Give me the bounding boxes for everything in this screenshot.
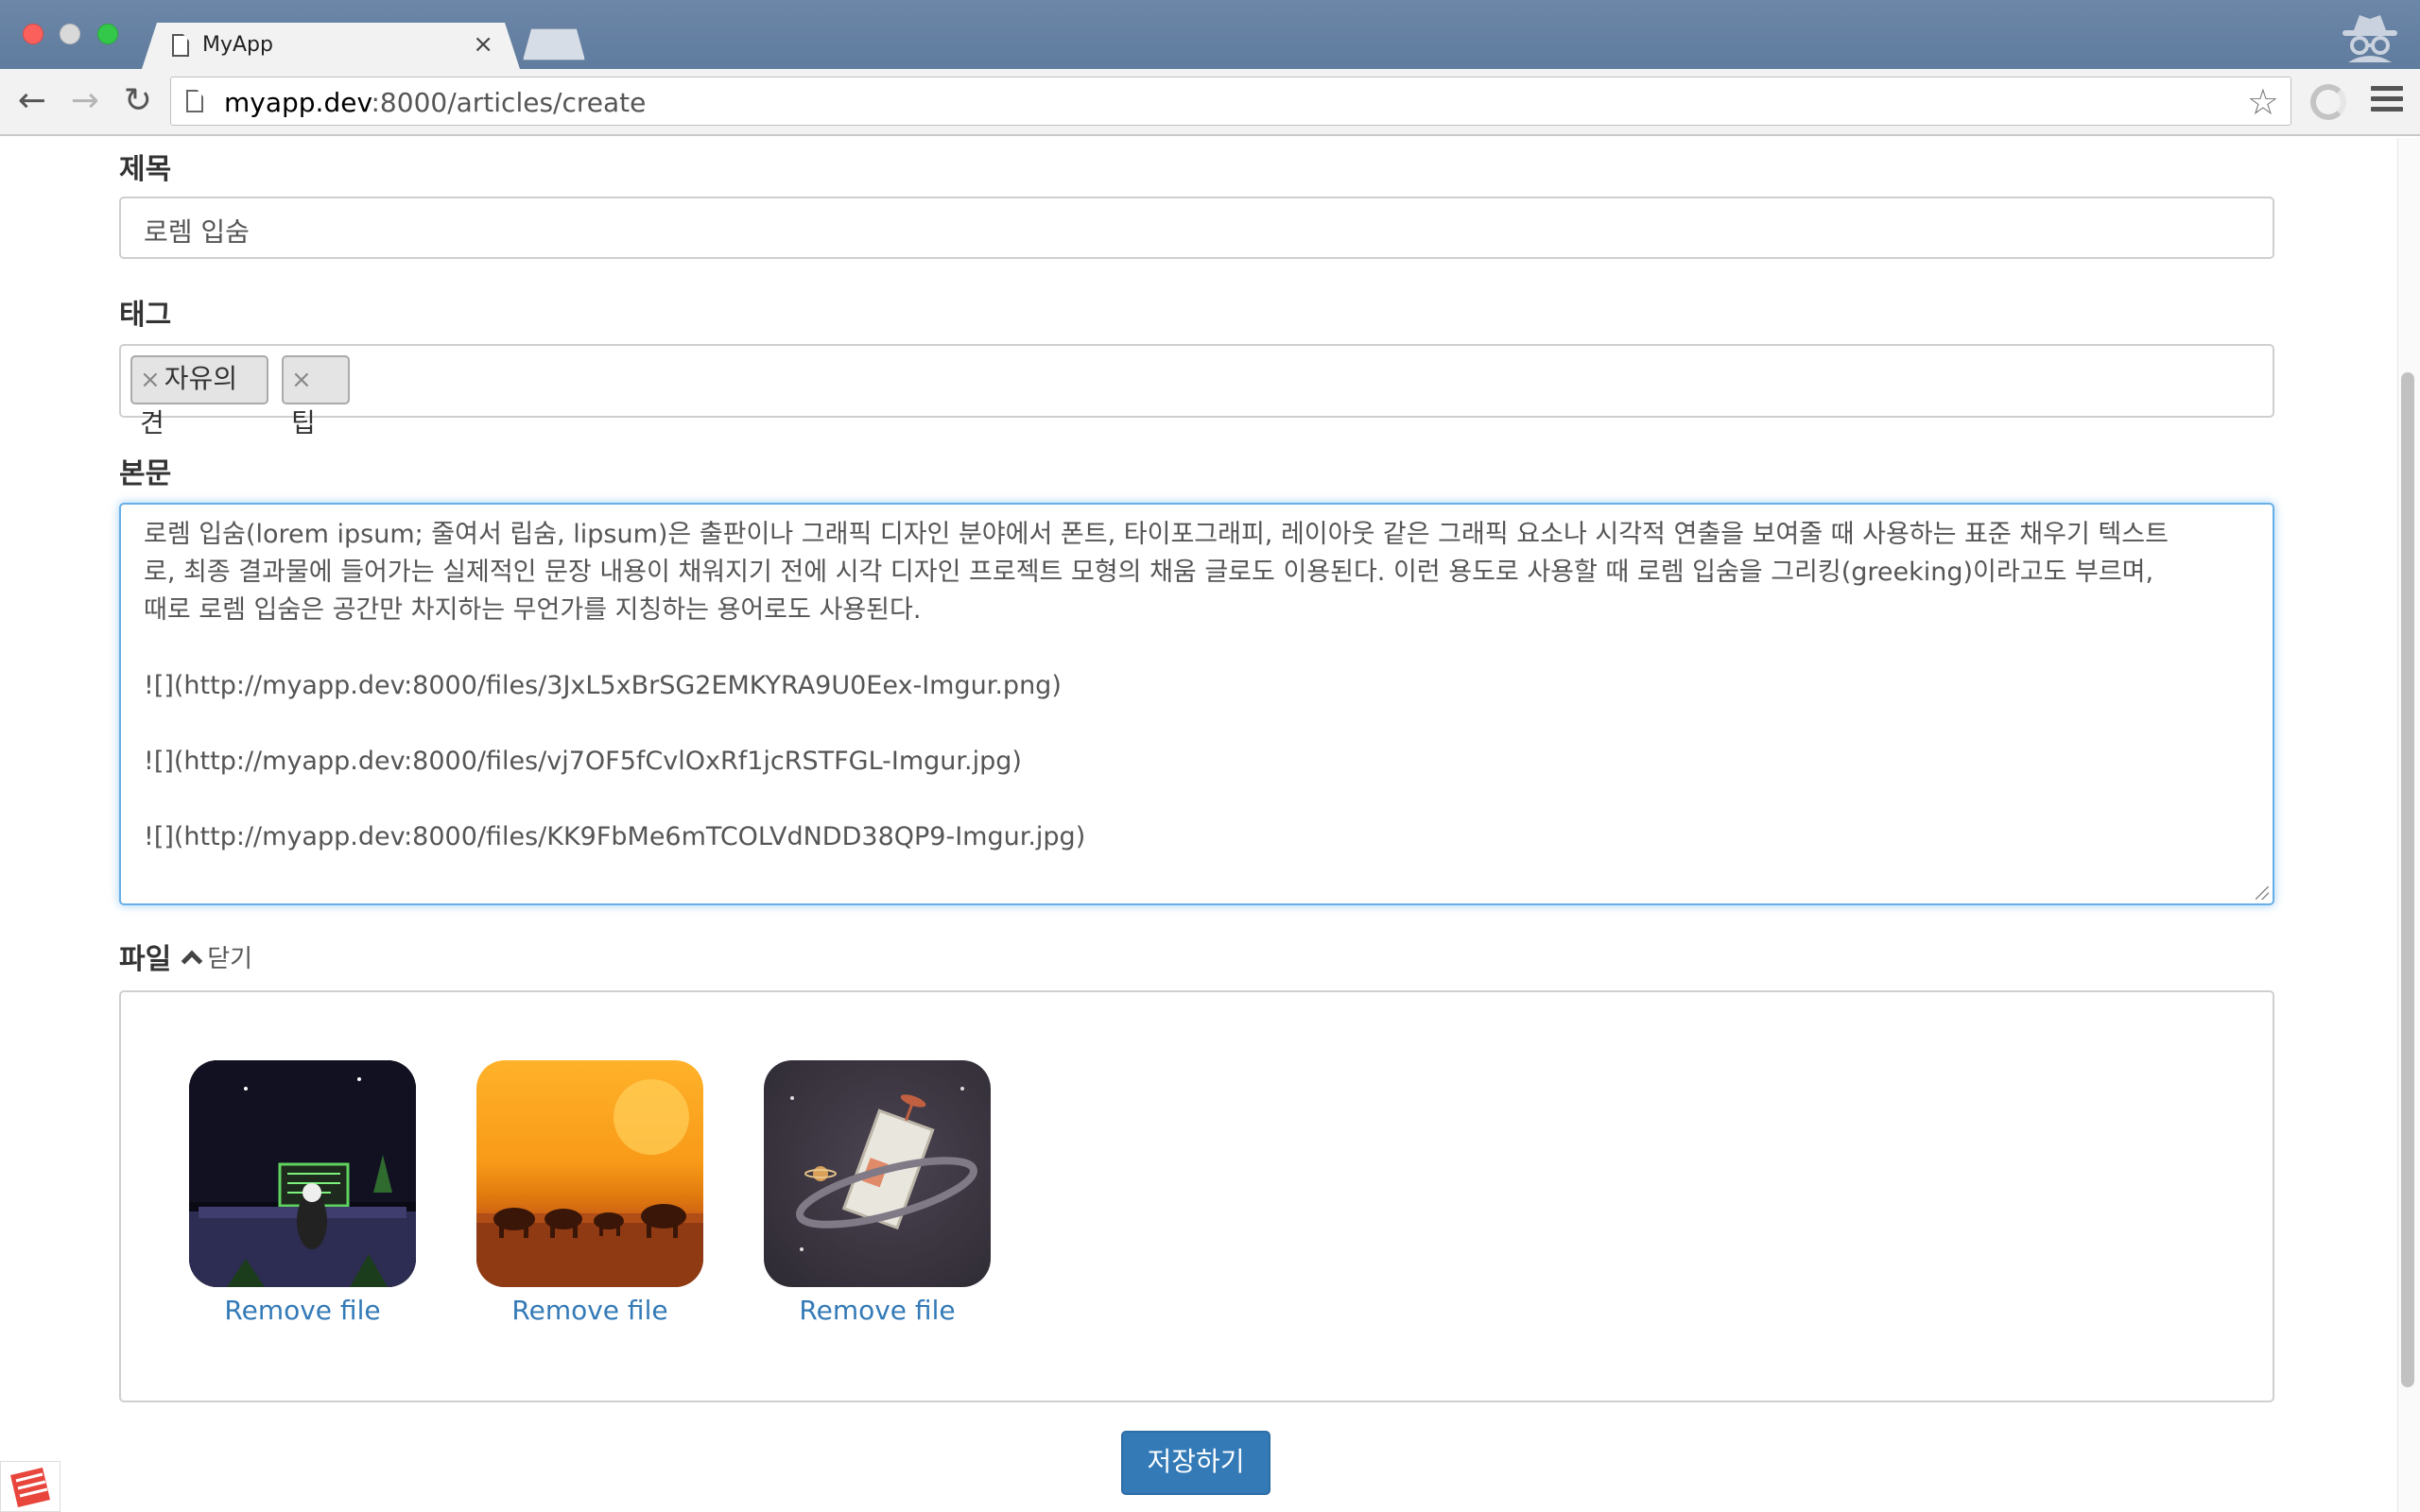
body-line: ![](http://myapp.dev:8000/files/vj7OF5fC…: [144, 747, 1022, 776]
chevron-up-icon[interactable]: [181, 950, 203, 972]
body-line: 때로 로렘 입숨은 공간만 차지하는 무언가를 지칭하는 용어로도 사용된다.: [144, 595, 922, 625]
incognito-icon: [2342, 15, 2397, 62]
title-input[interactable]: 로렘 입숨: [119, 197, 2274, 259]
file-item: Remove file: [189, 1060, 416, 1326]
remove-file-link[interactable]: Remove file: [764, 1295, 991, 1326]
file-item: Remove file: [764, 1060, 991, 1326]
resize-handle[interactable]: [2256, 886, 2269, 900]
scrollbar-thumb[interactable]: [2401, 372, 2414, 1387]
address-bar[interactable]: myapp.dev:8000/articles/create ☆: [170, 77, 2291, 126]
save-button[interactable]: 저장하기: [1121, 1431, 1270, 1495]
back-arrow-icon[interactable]: ←: [11, 82, 53, 124]
forward-arrow-icon[interactable]: →: [64, 82, 106, 124]
tag-chip: × 자유의견: [130, 355, 268, 438]
page-icon: [172, 34, 189, 57]
app-logo-icon[interactable]: [0, 1461, 60, 1512]
file-item: Remove file: [476, 1060, 703, 1326]
title-label: 제목: [119, 153, 172, 186]
files-dropzone[interactable]: Remove file Remove file Remove file: [119, 990, 2274, 1402]
url-path: :8000/articles/create: [371, 87, 647, 118]
minimize-window-button[interactable]: [60, 24, 80, 44]
tag-remove-icon[interactable]: ×: [140, 366, 161, 394]
browser-toolbar: ← → ↻ myapp.dev:8000/articles/create ☆: [0, 69, 2420, 136]
reload-icon[interactable]: ↻: [117, 82, 159, 124]
bookmark-star-icon[interactable]: ☆: [2247, 81, 2279, 123]
close-window-button[interactable]: [23, 24, 43, 44]
body-text: 로렘 입숨(lorem ipsum; 줄여서 립숨, lipsum)은 출판이나…: [144, 516, 2252, 856]
remove-file-link[interactable]: Remove file: [476, 1295, 703, 1326]
body-label: 본문: [119, 457, 172, 490]
tag-remove-icon[interactable]: ×: [291, 366, 312, 394]
tags-input[interactable]: × 자유의견 ×팁: [119, 344, 2274, 438]
body-line: 로렘 입숨(lorem ipsum; 줄여서 립숨, lipsum)은 출판이나…: [144, 520, 2169, 549]
file-thumbnail: [476, 1060, 703, 1287]
body-line: ![](http://myapp.dev:8000/files/3JxL5xBr…: [144, 671, 1062, 700]
page-content: 제목 로렘 입숨 태그 × 자유의견 ×팁 본문 로렘 입숨(lorem ipsu…: [0, 138, 2397, 1512]
page-icon: [186, 90, 203, 112]
browser-tab[interactable]: MyApp ×: [142, 23, 520, 69]
body-line: ![](http://myapp.dev:8000/files/KK9FbMe6…: [144, 822, 1086, 851]
tab-title: MyApp: [202, 33, 273, 57]
files-label: 파일: [119, 943, 172, 976]
tags-label: 태그: [119, 299, 172, 332]
zoom-window-button[interactable]: [97, 24, 118, 44]
new-tab-button[interactable]: [523, 28, 585, 60]
tag-label: 팁: [291, 407, 316, 438]
browser-titlebar: MyApp ×: [0, 0, 2420, 69]
title-input-value: 로렘 입숨: [144, 216, 250, 248]
tab-close-icon[interactable]: ×: [473, 30, 493, 59]
files-toggle-link[interactable]: 닫기: [207, 939, 252, 974]
tag-chip: ×팁: [282, 355, 350, 438]
file-thumbnail: [189, 1060, 416, 1287]
body-textarea[interactable]: 로렘 입숨(lorem ipsum; 줄여서 립숨, lipsum)은 출판이나…: [119, 503, 2274, 905]
file-thumbnail: [764, 1060, 991, 1287]
url-text[interactable]: myapp.dev:8000/articles/create: [224, 87, 646, 118]
extension-icon[interactable]: [2310, 84, 2346, 120]
remove-file-link[interactable]: Remove file: [189, 1295, 416, 1326]
browser-menu-icon[interactable]: [2371, 86, 2403, 118]
url-host: myapp.dev: [224, 87, 372, 118]
body-line: 로, 최종 결과물에 들어가는 실제적인 문장 내용이 채워지기 전에 시각 디…: [144, 558, 2154, 587]
files-header: 파일 닫기: [119, 936, 252, 976]
